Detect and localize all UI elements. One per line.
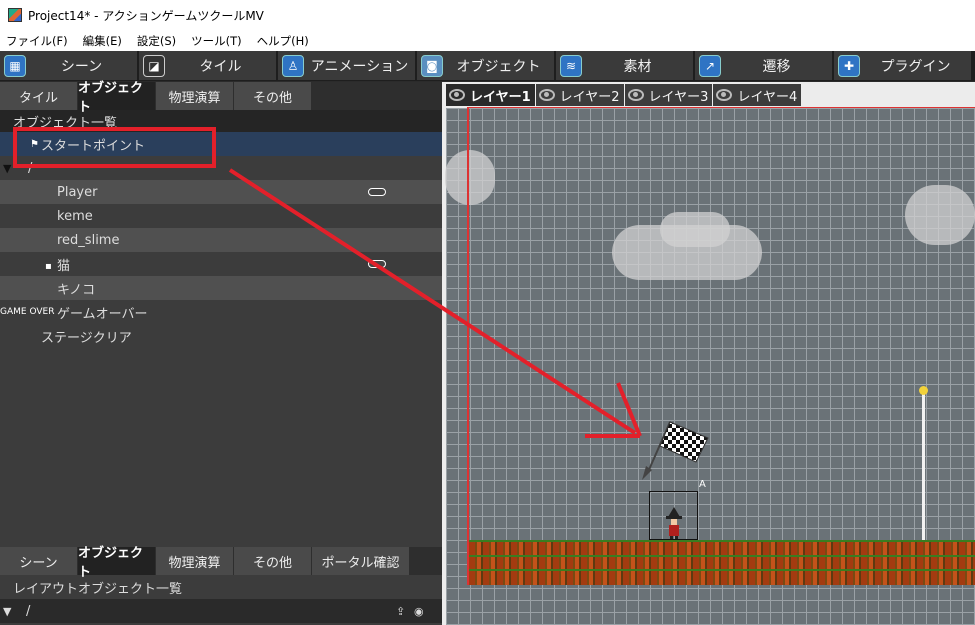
animation-icon: ♙ <box>282 54 304 77</box>
list-item[interactable]: キノコ <box>0 276 442 300</box>
eye-icon[interactable] <box>627 89 644 101</box>
list-item[interactable]: ▪ 猫 <box>0 252 442 276</box>
subtab-object[interactable]: オブジェクト <box>78 81 156 115</box>
eye-icon[interactable] <box>449 89 465 101</box>
collapse-arrow-icon: ▼ <box>3 161 12 175</box>
tab-label: 素材 <box>623 58 652 75</box>
settings-icon[interactable]: ◉ <box>414 605 424 618</box>
export-icon[interactable]: ⇪ <box>396 605 405 618</box>
tile-icon: ◪ <box>143 54 165 77</box>
object-icon: ◙ <box>421 54 443 77</box>
list-item-label: キノコ <box>57 282 96 298</box>
plugin-icon: ✚ <box>838 54 860 77</box>
layer-tab-bar: レイヤー1 レイヤー2 レイヤー3 レイヤー4 <box>446 84 802 106</box>
menu-edit[interactable]: 編集(E) <box>83 33 122 49</box>
subtab-scene[interactable]: シーン <box>0 547 78 575</box>
subtab-object[interactable]: オブジェクト <box>78 546 156 580</box>
layout-folder-root[interactable]: ▼ / ⇪ ◉ <box>0 599 442 623</box>
controller-icon <box>368 188 386 196</box>
list-item[interactable]: keme <box>0 204 442 228</box>
game-over-badge: GAME OVER <box>0 307 55 317</box>
list-item[interactable]: red_slime <box>0 228 442 252</box>
tab-animation[interactable]: ♙ アニメーション <box>278 51 415 80</box>
list-item-label: red_slime <box>57 232 120 248</box>
cat-icon: ▪ <box>45 261 52 272</box>
subtab-physics[interactable]: 物理演算 <box>156 547 234 575</box>
tab-material[interactable]: ≋ 素材 <box>556 51 693 80</box>
list-item-label: Player <box>57 184 98 200</box>
menu-tools[interactable]: ツール(T) <box>191 33 242 49</box>
stage-boundary <box>467 107 975 585</box>
subtab-other[interactable]: その他 <box>234 547 312 575</box>
tab-label: シーン <box>60 58 103 75</box>
subtab-physics[interactable]: 物理演算 <box>156 82 234 110</box>
tab-scene[interactable]: ▦ シーン <box>0 51 137 80</box>
layer-tab-3[interactable]: レイヤー3 <box>624 84 713 106</box>
goal-ball <box>919 386 928 395</box>
layout-list-header: レイアウトオブジェクト一覧 <box>0 575 442 599</box>
layer-tab-2[interactable]: レイヤー2 <box>535 84 624 106</box>
app-icon <box>8 8 22 22</box>
scene-icon: ▦ <box>4 54 26 77</box>
window-title: Project14* - アクションゲームツクールMV <box>28 8 264 23</box>
list-item-label: 猫 <box>57 258 71 274</box>
layer-label: レイヤー1 <box>470 89 531 105</box>
folder-label: / <box>26 603 31 619</box>
layer-tab-4[interactable]: レイヤー4 <box>713 84 802 106</box>
player-character-sprite[interactable] <box>666 507 682 539</box>
list-item-label: ステージクリア <box>41 330 132 346</box>
subtab-portal-check[interactable]: ポータル確認 <box>312 547 410 575</box>
menu-settings[interactable]: 設定(S) <box>137 33 176 49</box>
start-flag-sprite[interactable] <box>640 420 712 482</box>
list-item-stage-clear[interactable]: ステージクリア <box>0 324 442 348</box>
tab-object[interactable]: ◙ オブジェクト <box>417 51 554 80</box>
list-item-label: keme <box>57 208 93 224</box>
layer-tab-1[interactable]: レイヤー1 <box>446 84 535 106</box>
window-titlebar: Project14* - アクションゲームツクールMV <box>0 0 975 30</box>
tab-transition[interactable]: ↗ 遷移 <box>695 51 832 80</box>
tab-label: 遷移 <box>762 58 791 75</box>
annotation-highlight-box <box>13 127 216 168</box>
layer-label: レイヤー2 <box>559 89 620 105</box>
layout-panel: シーン オブジェクト 物理演算 その他 ポータル確認 レイアウトオブジェクト一覧… <box>0 546 442 625</box>
ground-tiles <box>469 540 975 585</box>
subtab-other[interactable]: その他 <box>234 82 312 110</box>
list-item-label: ゲームオーバー <box>57 306 148 322</box>
material-icon: ≋ <box>560 54 582 77</box>
tab-plugin[interactable]: ✚ プラグイン <box>834 51 971 80</box>
goal-pole <box>922 390 925 540</box>
menu-file[interactable]: ファイル(F) <box>6 33 68 49</box>
list-item[interactable]: Player <box>0 180 442 204</box>
tab-label: オブジェクト <box>456 58 541 75</box>
eye-icon[interactable] <box>716 89 733 101</box>
tab-label: タイル <box>199 58 242 75</box>
tab-label: プラグイン <box>880 58 951 75</box>
tab-label: アニメーション <box>310 58 409 75</box>
controller-icon <box>368 260 386 268</box>
subtab-tile[interactable]: タイル <box>0 82 78 110</box>
menu-bar: ファイル(F) 編集(E) 設定(S) ツール(T) ヘルプ(H) <box>0 30 975 51</box>
list-item-game-over[interactable]: GAME OVER ゲームオーバー <box>0 300 442 324</box>
tab-tile[interactable]: ◪ タイル <box>139 51 276 80</box>
menu-help[interactable]: ヘルプ(H) <box>257 33 309 49</box>
object-panel-tabs: タイル オブジェクト 物理演算 その他 <box>0 81 442 115</box>
transition-icon: ↗ <box>699 54 721 77</box>
eye-icon[interactable] <box>538 89 555 101</box>
layer-label: レイヤー3 <box>648 89 709 105</box>
collapse-arrow-icon: ▼ <box>3 604 12 618</box>
layer-label: レイヤー4 <box>737 89 798 105</box>
layout-panel-tabs: シーン オブジェクト 物理演算 その他 ポータル確認 <box>0 546 442 580</box>
